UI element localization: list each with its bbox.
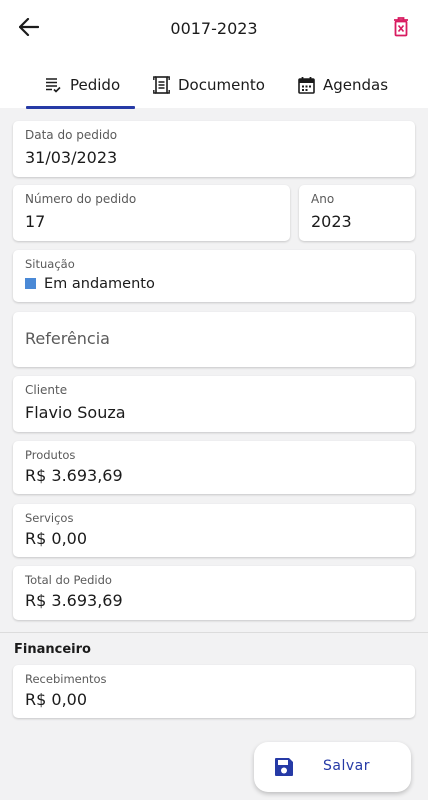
field-value: R$ 3.693,69 bbox=[25, 591, 123, 610]
tab-documento-label: Documento bbox=[178, 76, 265, 94]
field-placeholder: Referência bbox=[25, 329, 110, 348]
status-text: Em andamento bbox=[44, 276, 155, 292]
field-label: Serviços bbox=[25, 511, 74, 525]
delete-button[interactable] bbox=[386, 14, 416, 44]
field-value: R$ 0,00 bbox=[25, 529, 88, 548]
situacao-field[interactable]: Situação Em andamento bbox=[13, 250, 415, 302]
trash-icon bbox=[393, 17, 409, 41]
financeiro-section-title: Financeiro bbox=[14, 642, 91, 657]
tab-agendas-label: Agendas bbox=[323, 76, 389, 94]
document-icon bbox=[152, 76, 170, 94]
servicos-field[interactable]: Serviços R$ 0,00 bbox=[13, 504, 415, 557]
data-pedido-field[interactable]: Data do pedido 31/03/2023 bbox=[13, 121, 415, 177]
referencia-field[interactable]: Referência bbox=[13, 312, 415, 367]
calendar-icon bbox=[297, 76, 315, 94]
tab-documento[interactable]: Documento bbox=[152, 62, 265, 108]
field-value: R$ 0,00 bbox=[25, 690, 88, 709]
tab-bar: Pedido Documento Agendas bbox=[0, 62, 428, 109]
field-label: Situação bbox=[25, 257, 75, 271]
floppy-disk-icon bbox=[274, 757, 294, 777]
field-value: Em andamento bbox=[25, 276, 155, 292]
field-value: R$ 3.693,69 bbox=[25, 466, 123, 485]
page-title: 0017-2023 bbox=[170, 19, 258, 38]
active-tab-indicator bbox=[26, 106, 135, 109]
tab-agendas[interactable]: Agendas bbox=[297, 62, 388, 108]
field-label: Cliente bbox=[25, 383, 68, 397]
total-pedido-field[interactable]: Total do Pedido R$ 3.693,69 bbox=[13, 566, 415, 620]
field-value: 31/03/2023 bbox=[25, 148, 118, 167]
save-button[interactable]: Salvar bbox=[254, 742, 411, 792]
field-value: 17 bbox=[25, 212, 46, 231]
status-indicator bbox=[25, 278, 36, 289]
field-label: Data do pedido bbox=[25, 128, 118, 142]
produtos-field[interactable]: Produtos R$ 3.693,69 bbox=[13, 441, 415, 494]
tab-pedido[interactable]: Pedido bbox=[44, 62, 120, 108]
save-button-label: Salvar bbox=[323, 758, 370, 774]
field-label: Recebimentos bbox=[25, 672, 107, 686]
field-value: 2023 bbox=[311, 212, 352, 231]
field-label: Número do pedido bbox=[25, 192, 137, 206]
ano-field[interactable]: Ano 2023 bbox=[299, 185, 415, 241]
recebimentos-field[interactable]: Recebimentos R$ 0,00 bbox=[13, 665, 415, 718]
numero-pedido-field[interactable]: Número do pedido 17 bbox=[13, 185, 290, 241]
field-label: Ano bbox=[311, 192, 335, 206]
section-divider bbox=[0, 632, 428, 633]
field-value: Flavio Souza bbox=[25, 403, 126, 422]
app-header: 0017-2023 Pedido Documento Agendas bbox=[0, 0, 428, 109]
field-label: Produtos bbox=[25, 448, 76, 462]
field-label: Total do Pedido bbox=[25, 573, 112, 587]
list-icon bbox=[44, 76, 62, 94]
tab-pedido-label: Pedido bbox=[70, 76, 121, 94]
cliente-field[interactable]: Cliente Flavio Souza bbox=[13, 376, 415, 432]
